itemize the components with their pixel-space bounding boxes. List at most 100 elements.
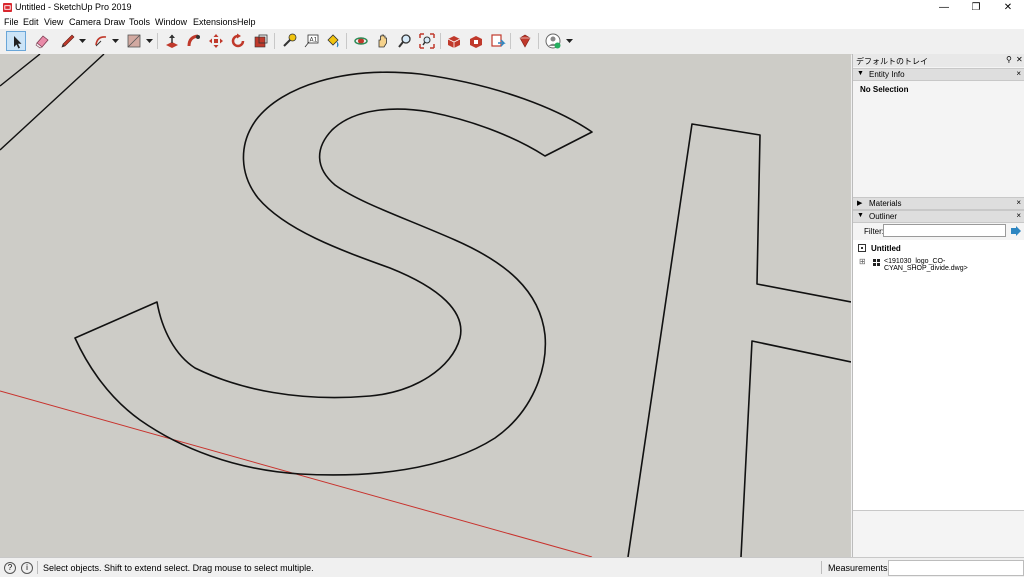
menu-tools[interactable]: Tools: [129, 17, 150, 27]
account-icon: [545, 33, 561, 49]
text-tool-button[interactable]: A1: [301, 31, 321, 51]
tray-bottom-area: [853, 510, 1024, 558]
menu-file[interactable]: File: [4, 17, 19, 27]
arc-icon: [95, 36, 107, 47]
eraser-tool-button[interactable]: [32, 31, 52, 51]
close-panel-icon[interactable]: ×: [1016, 198, 1021, 207]
menu-camera[interactable]: Camera: [69, 17, 101, 27]
chevron-down-icon[interactable]: [112, 38, 119, 44]
outliner-root[interactable]: Untitled: [871, 244, 901, 253]
outliner-label: Outliner: [869, 212, 898, 221]
maximize-button[interactable]: ❐: [960, 0, 992, 15]
ruby-icon: [519, 34, 531, 48]
window-title: Untitled - SketchUp Pro 2019: [15, 2, 132, 12]
status-bar: ? i Select objects. Shift to extend sele…: [0, 557, 1024, 577]
outliner-filter-row: Filter:: [853, 223, 1024, 240]
tape-measure-tool-button[interactable]: [279, 31, 299, 51]
toolbar-separator: [157, 33, 158, 49]
entity-info-label: Entity Info: [869, 70, 905, 79]
scale-icon: [254, 34, 268, 48]
tape-measure-icon: [283, 33, 297, 47]
close-panel-icon[interactable]: ×: [1016, 69, 1021, 78]
pencil-tool-button[interactable]: [58, 31, 78, 51]
menu-view[interactable]: View: [44, 17, 63, 27]
shape-tool-button[interactable]: [124, 31, 144, 51]
sketchup-app-icon: [3, 3, 12, 12]
orbit-tool-button[interactable]: [351, 31, 371, 51]
collapse-triangle-icon: ▼: [857, 70, 864, 77]
layout-icon: [491, 34, 506, 47]
select-tool-button[interactable]: [6, 31, 26, 51]
menu-help[interactable]: Help: [237, 17, 256, 27]
model-icon: [858, 244, 866, 252]
pencil-icon: [61, 34, 75, 48]
chevron-down-icon[interactable]: [146, 38, 153, 44]
orbit-icon: [354, 37, 368, 45]
outliner-header[interactable]: ▼ Outliner ×: [853, 210, 1024, 223]
zoom-extents-tool-button[interactable]: [417, 31, 437, 51]
glyph-edge: [0, 54, 105, 151]
paint-bucket-icon: [327, 34, 339, 48]
close-panel-icon[interactable]: ×: [1016, 211, 1021, 220]
pin-icon[interactable]: ⚲: [1006, 55, 1012, 64]
menu-extensions[interactable]: Extensions: [193, 17, 237, 27]
outliner-item[interactable]: <191030_logo_CO-CYAN_SHOP_divide.dwg>: [884, 258, 1024, 272]
layout-button[interactable]: [488, 31, 508, 51]
menu-edit[interactable]: Edit: [23, 17, 39, 27]
measurements-label: Measurements: [828, 563, 888, 573]
minimize-button[interactable]: —: [928, 0, 960, 15]
toolbar-separator: [440, 33, 441, 49]
tray-title-bar: デフォルトのトレイ ⚲ ✕: [853, 54, 1024, 67]
outliner-details-arrow-icon[interactable]: [1011, 226, 1021, 236]
push-pull-tool-button[interactable]: [162, 31, 182, 51]
arc-tool-button[interactable]: [91, 31, 111, 51]
3d-warehouse-button[interactable]: [444, 31, 464, 51]
zoom-tool-button[interactable]: [395, 31, 415, 51]
follow-me-tool-button[interactable]: [184, 31, 204, 51]
follow-me-icon: [187, 34, 200, 47]
scale-tool-button[interactable]: [251, 31, 271, 51]
status-message: Select objects. Shift to extend select. …: [43, 563, 314, 573]
geo-location-icon[interactable]: ?: [4, 562, 16, 574]
toolbar-separator: [274, 33, 275, 49]
collapse-triangle-icon: ▼: [857, 212, 864, 219]
entity-info-selection: No Selection: [860, 85, 909, 94]
ruby-console-button[interactable]: [515, 31, 535, 51]
default-tray: デフォルトのトレイ ⚲ ✕ ▼ Entity Info × No Selecti…: [852, 54, 1024, 558]
close-button[interactable]: ✕: [992, 0, 1024, 15]
paint-bucket-tool-button[interactable]: [323, 31, 343, 51]
close-tray-icon[interactable]: ✕: [1016, 55, 1023, 64]
account-button[interactable]: [543, 31, 563, 51]
menu-draw[interactable]: Draw: [104, 17, 125, 27]
pan-tool-button[interactable]: [373, 31, 393, 51]
entity-info-panel: No Selection: [853, 81, 1024, 197]
entity-info-header[interactable]: ▼ Entity Info ×: [853, 68, 1024, 81]
info-icon[interactable]: i: [21, 562, 33, 574]
chevron-down-icon[interactable]: [566, 38, 573, 44]
menu-bar: File Edit View Camera Draw Tools Window …: [0, 15, 1024, 29]
status-separator: [37, 561, 38, 574]
outliner-filter-input[interactable]: [883, 224, 1006, 237]
expand-triangle-icon: ▶: [857, 200, 863, 207]
extension-warehouse-button[interactable]: [466, 31, 486, 51]
measurements-input[interactable]: [888, 560, 1024, 576]
model-viewport[interactable]: [0, 54, 851, 557]
letter-s-outline: [74, 71, 593, 476]
outliner-tree: Untitled ⊞ <191030_logo_CO-CYAN_SHOP_div…: [853, 240, 1024, 510]
rotate-tool-button[interactable]: [228, 31, 248, 51]
zoom-extents-icon: [419, 33, 435, 49]
rotate-icon: [231, 33, 245, 48]
move-icon: [209, 34, 223, 48]
toolbar-separator: [510, 33, 511, 49]
chevron-down-icon[interactable]: [79, 38, 86, 44]
toolbar-separator: [346, 33, 347, 49]
drawing-canvas[interactable]: [0, 54, 851, 557]
menu-window[interactable]: Window: [155, 17, 187, 27]
expand-plus-icon[interactable]: ⊞: [859, 257, 866, 266]
component-icon: [873, 259, 880, 266]
move-tool-button[interactable]: [206, 31, 226, 51]
select-icon: [14, 36, 22, 49]
status-separator: [821, 561, 822, 574]
materials-header[interactable]: ▶ Materials ×: [853, 197, 1024, 210]
title-bar: Untitled - SketchUp Pro 2019 — ❐ ✕: [0, 0, 1024, 15]
